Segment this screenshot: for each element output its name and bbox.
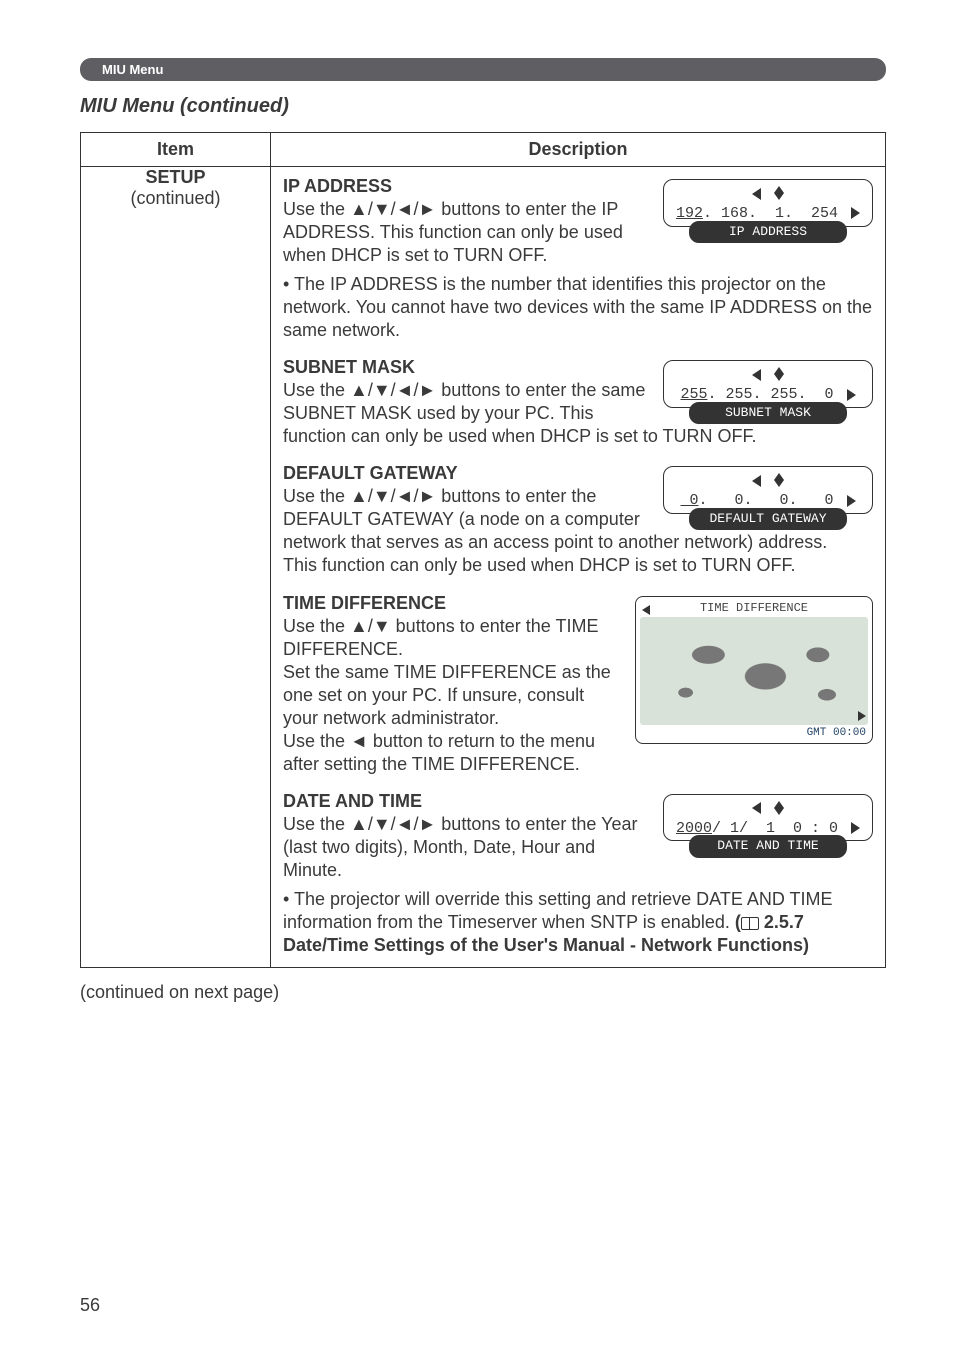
header-description: Description xyxy=(271,133,886,167)
triangle-down-icon xyxy=(774,193,784,200)
triangle-down-icon xyxy=(774,808,784,815)
triangle-up-icon xyxy=(774,801,784,808)
datetime-pill-label: DATE AND TIME xyxy=(689,835,847,858)
gateway-pill: 0. 0. 0. 0 DEFAULT GATEWAY xyxy=(663,466,873,530)
header-item: Item xyxy=(81,133,271,167)
datetime-block: 2000/ 1/ 1 0 : 0 DATE AND TIME DATE AND … xyxy=(283,790,873,957)
datetime-note: • The projector will override this setti… xyxy=(283,888,873,957)
ip-pill-first xyxy=(774,184,784,203)
description-cell: 192. 168. 1. 254 IP ADDRESS IP ADDRESS U… xyxy=(271,167,886,968)
item-sub: (continued) xyxy=(81,188,270,209)
gateway-pill-value-box: 0. 0. 0. 0 xyxy=(663,466,873,514)
triangle-right-icon xyxy=(851,822,860,834)
gateway-pill-first xyxy=(774,471,784,490)
triangle-right-icon xyxy=(847,389,856,401)
datetime-pill-first xyxy=(774,799,784,818)
ip-block: 192. 168. 1. 254 IP ADDRESS IP ADDRESS U… xyxy=(283,175,873,342)
triangle-right-icon xyxy=(847,495,856,507)
subnet-pill-value-box: 255. 255. 255. 0 xyxy=(663,360,873,408)
timediff-gmt: GMT 00:00 xyxy=(807,726,866,740)
triangle-left-icon xyxy=(752,369,761,381)
timediff-map-title: TIME DIFFERENCE xyxy=(636,601,872,616)
section-tag: MIU Menu xyxy=(80,58,886,81)
subnet-block: 255. 255. 255. 0 SUBNET MASK SUBNET MASK… xyxy=(283,356,873,448)
continued-note: (continued on next page) xyxy=(80,982,886,1003)
triangle-down-icon xyxy=(774,480,784,487)
datetime-pill-value-box: 2000/ 1/ 1 0 : 0 xyxy=(663,794,873,842)
main-table: Item Description SETUP (continued) 192. … xyxy=(80,132,886,968)
gateway-block: 0. 0. 0. 0 DEFAULT GATEWAY DEFAULT GATEW… xyxy=(283,462,873,577)
item-title: SETUP xyxy=(81,167,270,188)
triangle-left-icon xyxy=(752,475,761,487)
item-cell: SETUP (continued) xyxy=(81,167,271,968)
subnet-pill-first xyxy=(774,365,784,384)
ip-pill: 192. 168. 1. 254 IP ADDRESS xyxy=(663,179,873,243)
ip-note: • The IP ADDRESS is the number that iden… xyxy=(283,273,873,342)
triangle-right-icon xyxy=(851,207,860,219)
triangle-down-icon xyxy=(774,374,784,381)
header-row: Item Description xyxy=(81,133,886,167)
ip-pill-value-box: 192. 168. 1. 254 xyxy=(663,179,873,227)
triangle-left-icon xyxy=(752,188,761,200)
page-number: 56 xyxy=(80,1295,100,1316)
triangle-up-icon xyxy=(774,367,784,374)
timediff-map: TIME DIFFERENCE GMT 00:00 xyxy=(635,596,873,744)
ip-pill-label: IP ADDRESS xyxy=(689,221,847,244)
triangle-left-icon xyxy=(642,605,650,615)
triangle-left-icon xyxy=(752,802,761,814)
subnet-pill-label: SUBNET MASK xyxy=(689,402,847,425)
subnet-pill: 255. 255. 255. 0 SUBNET MASK xyxy=(663,360,873,424)
triangle-up-icon xyxy=(774,473,784,480)
gateway-pill-label: DEFAULT GATEWAY xyxy=(689,508,847,531)
page-title: MIU Menu (continued) xyxy=(80,95,886,118)
triangle-right-icon xyxy=(858,711,866,721)
datetime-pill: 2000/ 1/ 1 0 : 0 DATE AND TIME xyxy=(663,794,873,858)
world-map-icon xyxy=(640,617,868,725)
table-row: SETUP (continued) 192. 168. 1. 254 IP AD… xyxy=(81,167,886,968)
book-icon xyxy=(741,917,759,930)
triangle-up-icon xyxy=(774,186,784,193)
timediff-block: TIME DIFFERENCE GMT 00:00 TIME DIFFERENC… xyxy=(283,592,873,776)
